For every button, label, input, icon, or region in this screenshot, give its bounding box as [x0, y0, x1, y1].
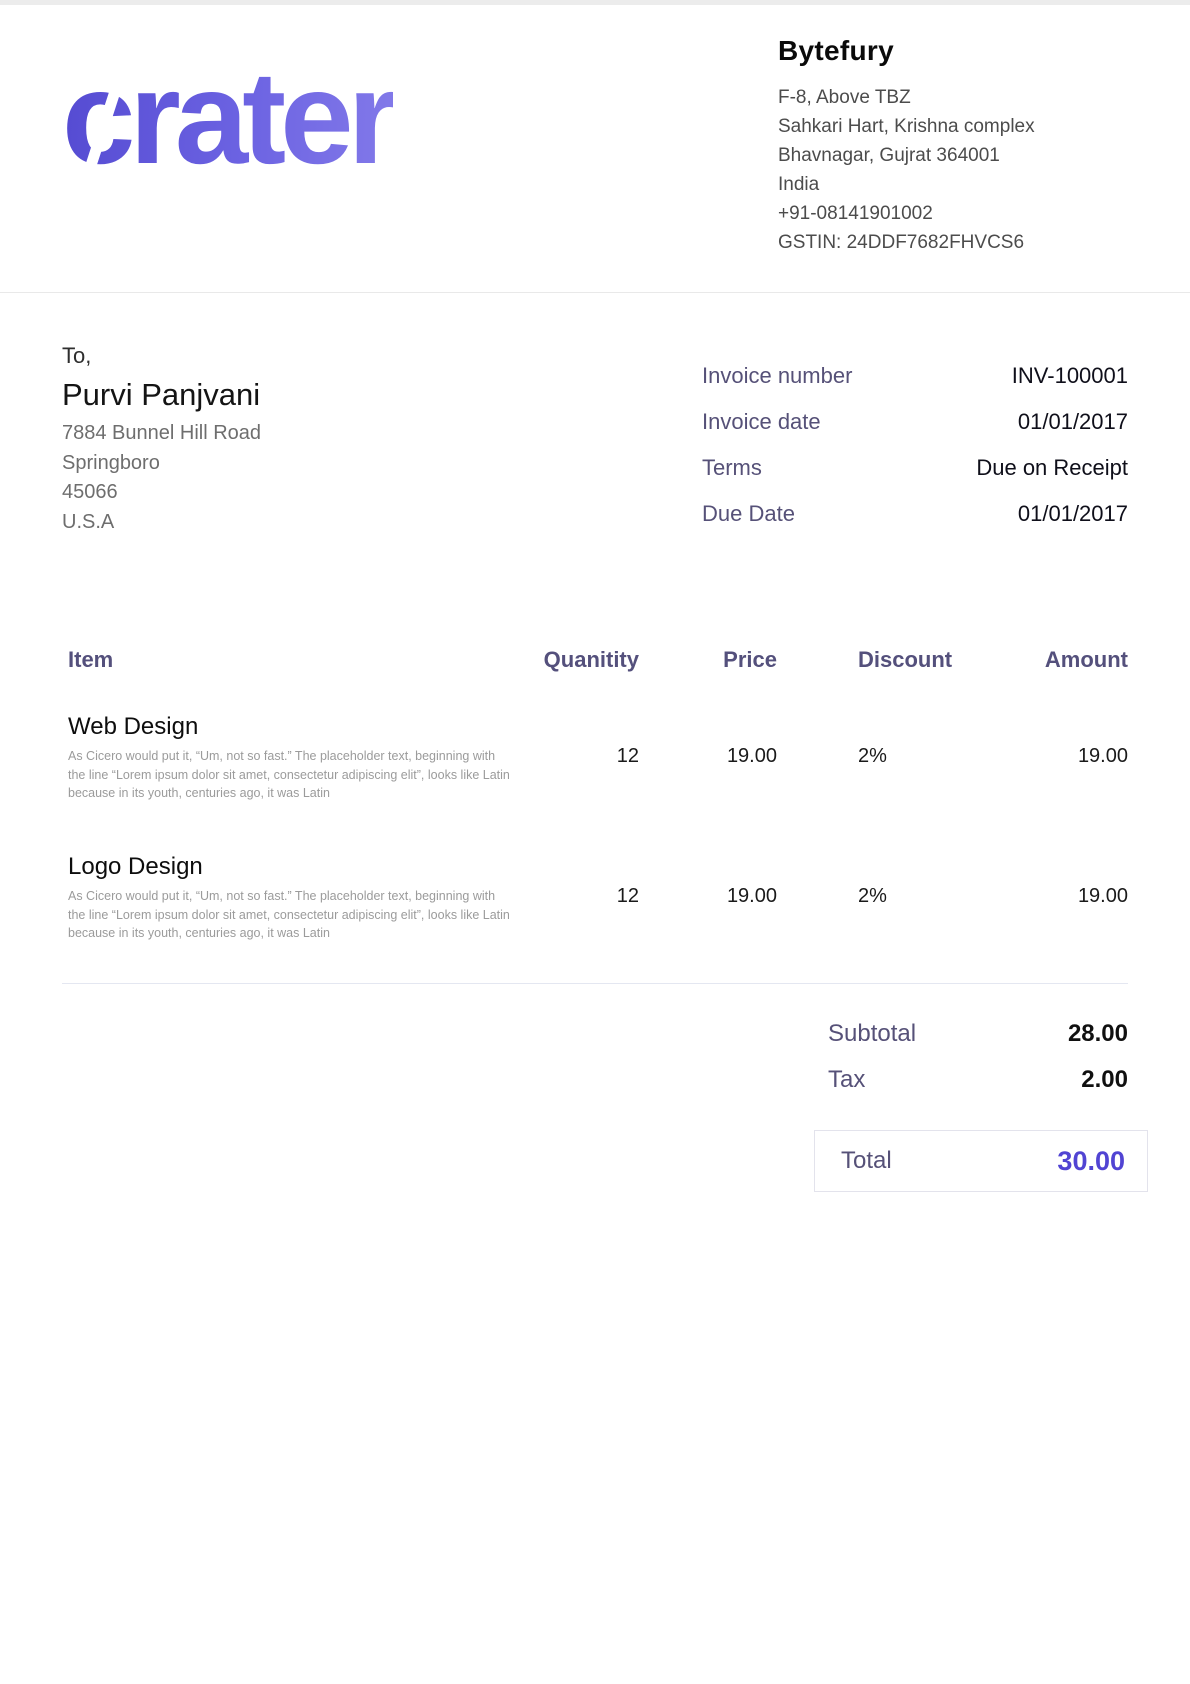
column-header-discount: Discount: [858, 647, 952, 673]
invoice-meta: Invoice number INV-100001 Invoice date 0…: [702, 363, 1128, 547]
item-description: As Cicero would put it, “Um, not so fast…: [62, 747, 514, 803]
column-header-amount: Amount: [1045, 647, 1128, 673]
totals-section: Subtotal 28.00 Tax 2.00 Total 30.00: [62, 1020, 1128, 1192]
bill-to-block: To, Purvi Panjvani 7884 Bunnel Hill Road…: [62, 343, 261, 547]
grand-total-label: Total: [841, 1147, 892, 1175]
item-description: As Cicero would put it, “Um, not so fast…: [62, 887, 514, 943]
invoice-meta-label: Invoice date: [702, 409, 821, 435]
crater-logo: crater: [62, 45, 393, 220]
table-row: Logo Design As Cicero would put it, “Um,…: [62, 853, 1128, 969]
invoice-meta-value: 01/01/2017: [1018, 501, 1128, 527]
item-amount: 19.00: [1078, 885, 1128, 908]
item-quantity: 12: [617, 745, 639, 768]
totals-row: Tax 2.00: [62, 1066, 1128, 1112]
company-address-line: F-8, Above TBZ: [778, 83, 1128, 112]
company-name: Bytefury: [778, 35, 1128, 67]
invoice-meta-value: INV-100001: [1012, 363, 1128, 389]
company-info: Bytefury F-8, Above TBZ Sahkari Hart, Kr…: [778, 35, 1128, 292]
invoice-meta-row: Invoice number INV-100001: [702, 363, 1128, 389]
column-header-quantity: Quanitity: [544, 647, 639, 673]
invoice-meta-row: Invoice date 01/01/2017: [702, 409, 1128, 435]
logo-slash: [411, 97, 434, 145]
items-table: Item Quanitity Price Discount Amount Web…: [0, 647, 1190, 969]
table-row: Web Design As Cicero would put it, “Um, …: [62, 713, 1128, 829]
customer-address-line: 45066: [62, 478, 261, 508]
column-header-price: Price: [723, 647, 777, 673]
item-price: 19.00: [727, 745, 777, 768]
grand-total-box: Total 30.00: [814, 1130, 1148, 1192]
company-address-line: India: [778, 170, 1128, 199]
billing-section: To, Purvi Panjvani 7884 Bunnel Hill Road…: [0, 343, 1190, 547]
item-discount: 2%: [858, 885, 887, 908]
customer-address-line: Springboro: [62, 449, 261, 479]
item-discount: 2%: [858, 745, 887, 768]
customer-name: Purvi Panjvani: [62, 377, 261, 413]
invoice-meta-label: Due Date: [702, 501, 795, 527]
to-label: To,: [62, 343, 261, 369]
invoice-header: crater Bytefury F-8, Above TBZ Sahkari H…: [0, 5, 1190, 293]
item-amount: 19.00: [1078, 745, 1128, 768]
items-table-header: Item Quanitity Price Discount Amount: [62, 647, 1128, 677]
invoice-meta-row: Due Date 01/01/2017: [702, 501, 1128, 527]
item-name: Web Design: [62, 713, 1128, 741]
totals-divider: [62, 983, 1128, 984]
customer-address-line: 7884 Bunnel Hill Road: [62, 419, 261, 449]
item-quantity: 12: [617, 885, 639, 908]
column-header-item: Item: [68, 647, 113, 673]
totals-label: Subtotal: [828, 1020, 916, 1048]
totals-row: Subtotal 28.00: [62, 1020, 1128, 1066]
invoice-meta-value: 01/01/2017: [1018, 409, 1128, 435]
totals-value: 28.00: [1068, 1020, 1128, 1048]
company-address-line: Sahkari Hart, Krishna complex: [778, 112, 1128, 141]
grand-total-value: 30.00: [1057, 1146, 1125, 1177]
customer-address-line: U.S.A: [62, 508, 261, 538]
item-name: Logo Design: [62, 853, 1128, 881]
invoice-meta-row: Terms Due on Receipt: [702, 455, 1128, 481]
company-gstin: GSTIN: 24DDF7682FHVCS6: [778, 228, 1128, 257]
totals-label: Tax: [828, 1066, 865, 1094]
company-phone: +91-08141901002: [778, 199, 1128, 228]
company-address-line: Bhavnagar, Gujrat 364001: [778, 141, 1128, 170]
invoice-meta-value: Due on Receipt: [976, 455, 1128, 481]
invoice-meta-label: Terms: [702, 455, 762, 481]
invoice-meta-label: Invoice number: [702, 363, 852, 389]
item-price: 19.00: [727, 885, 777, 908]
totals-value: 2.00: [1081, 1066, 1128, 1094]
